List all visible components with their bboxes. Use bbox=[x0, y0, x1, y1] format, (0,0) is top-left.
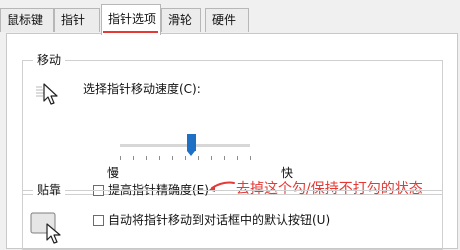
tab-hardware-label: 硬件 bbox=[212, 13, 237, 27]
speed-tick bbox=[237, 156, 238, 160]
speed-tick bbox=[133, 156, 134, 160]
tab-pointer-options-label: 指针选项 bbox=[108, 12, 157, 26]
tab-hardware[interactable]: 硬件 bbox=[205, 8, 249, 32]
tab-buttons[interactable]: 鼠标键 bbox=[0, 8, 54, 32]
speed-label: 选择指针移动速度(C): bbox=[83, 82, 201, 96]
speed-tick bbox=[159, 156, 160, 160]
speed-slider-thumb[interactable] bbox=[187, 134, 196, 156]
tab-content-panel: 移动 选择指针移动速度(C): 慢 快 提高指针精确度(E) 去掉这个勾/保持不… bbox=[6, 33, 458, 250]
tab-wheel-label: 滑轮 bbox=[168, 13, 193, 27]
tab-wheel[interactable]: 滑轮 bbox=[161, 8, 201, 32]
snap-checkbox[interactable] bbox=[93, 215, 104, 226]
speed-tick bbox=[172, 156, 173, 160]
tab-buttons-label: 鼠标键 bbox=[7, 13, 44, 27]
speed-tick bbox=[224, 156, 225, 160]
speed-tick bbox=[120, 156, 121, 160]
speed-slider-ticks bbox=[120, 156, 251, 161]
snap-legend: 贴靠 bbox=[33, 182, 66, 198]
speed-tick bbox=[185, 156, 186, 160]
tab-pointers[interactable]: 指针 bbox=[54, 8, 100, 32]
motion-legend: 移动 bbox=[33, 52, 66, 68]
snap-label[interactable]: 自动将指针移动到对话框中的默认按钮(U) bbox=[108, 212, 330, 228]
speed-tick bbox=[146, 156, 147, 160]
slow-label: 慢 bbox=[107, 166, 120, 180]
speed-tick bbox=[250, 156, 251, 160]
speed-tick bbox=[198, 156, 199, 160]
fast-label: 快 bbox=[281, 166, 294, 180]
tab-strip: 鼠标键 指针 指针选项 滑轮 硬件 bbox=[0, 0, 460, 35]
pointer-trails-icon bbox=[36, 83, 58, 105]
active-tab-highlight bbox=[103, 31, 158, 33]
motion-groupbox: 移动 选择指针移动速度(C): 慢 快 bbox=[22, 52, 443, 195]
speed-slider-track[interactable] bbox=[120, 144, 250, 147]
speed-tick bbox=[211, 156, 212, 160]
snap-to-button-icon bbox=[30, 212, 61, 244]
tab-pointers-label: 指针 bbox=[61, 13, 86, 27]
